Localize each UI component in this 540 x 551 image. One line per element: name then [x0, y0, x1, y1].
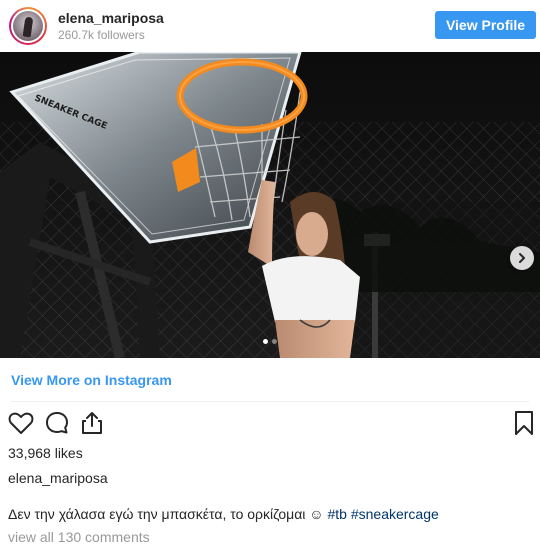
share-icon[interactable] [78, 409, 106, 437]
avatar-ring [11, 9, 45, 43]
post-author[interactable]: elena_mariposa [8, 470, 108, 486]
heart-icon[interactable] [7, 409, 35, 437]
chevron-right-icon [519, 253, 525, 263]
avatar-image [13, 11, 43, 41]
caption-text: Δεν την χάλασα εγώ την μπασκέτα, το ορκί… [8, 506, 324, 522]
username[interactable]: elena_mariposa [58, 10, 164, 26]
post-photo[interactable]: SNEAKER CAGE [0, 52, 540, 358]
view-comments-link[interactable]: view all 130 comments [8, 529, 150, 545]
bookmark-icon[interactable] [510, 409, 538, 437]
hashtag-link[interactable]: #sneakercage [351, 506, 439, 522]
carousel-dot [272, 339, 277, 344]
comment-icon[interactable] [43, 409, 71, 437]
carousel-indicator [0, 339, 540, 344]
hashtag-link[interactable]: #tb [327, 506, 346, 522]
avatar[interactable] [9, 7, 47, 45]
photo-scene: SNEAKER CAGE [0, 52, 540, 358]
divider [11, 401, 529, 402]
followers-count: 260.7k followers [58, 28, 145, 42]
likes-count[interactable]: 33,968 likes [8, 445, 83, 461]
view-more-link[interactable]: View More on Instagram [11, 372, 172, 388]
carousel-next-button[interactable] [510, 246, 534, 270]
post-caption: Δεν την χάλασα εγώ την μπασκέτα, το ορκί… [8, 506, 439, 522]
carousel-dot-active [263, 339, 268, 344]
action-bar [0, 407, 540, 439]
view-profile-button[interactable]: View Profile [435, 11, 536, 39]
post-header: elena_mariposa 260.7k followers View Pro… [0, 0, 540, 52]
